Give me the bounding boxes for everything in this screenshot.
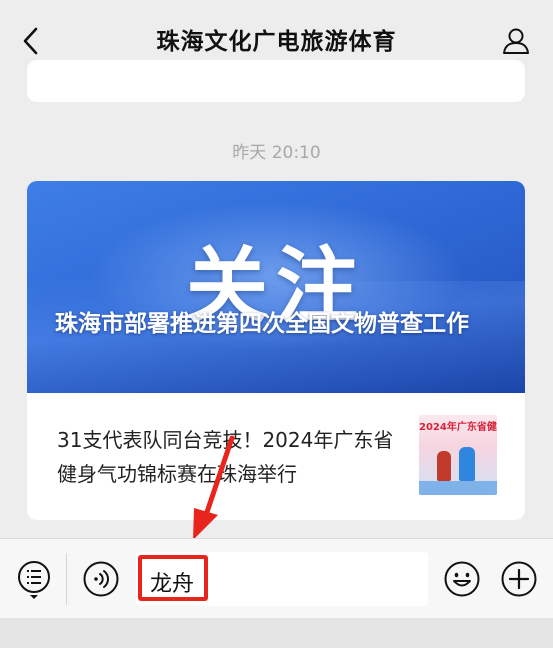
thumbnail-floor bbox=[419, 481, 497, 495]
news-message-card[interactable]: 关注 珠海市部署推进第四次全国文物普查工作 31支代表队同台竞技！2024年广东… bbox=[27, 181, 525, 520]
back-button[interactable] bbox=[14, 24, 48, 58]
voice-icon bbox=[83, 561, 119, 597]
thumbnail-figure bbox=[459, 447, 475, 481]
bar-divider bbox=[66, 553, 67, 605]
thumbnail-figure bbox=[437, 451, 451, 481]
profile-button[interactable] bbox=[499, 24, 533, 58]
message-timestamp: 昨天 20:10 bbox=[232, 143, 321, 163]
sub-article-thumbnail: 2024年广东省健身气 bbox=[419, 415, 497, 495]
sub-article-item[interactable]: 31支代表队同台竞技！2024年广东省健身气功锦标赛在珠海举行 2024年广东省… bbox=[27, 393, 525, 520]
message-input-bar: 龙舟 bbox=[0, 538, 553, 618]
previous-message-card[interactable] bbox=[27, 60, 525, 102]
emoji-button[interactable] bbox=[443, 560, 481, 598]
voice-button[interactable] bbox=[82, 560, 120, 598]
plus-button[interactable] bbox=[500, 560, 538, 598]
menu-button[interactable] bbox=[16, 559, 52, 599]
plus-circle-icon bbox=[501, 561, 537, 597]
person-icon bbox=[503, 28, 529, 54]
page-title: 珠海文化广电旅游体育 bbox=[156, 29, 397, 55]
sub-article-title: 31支代表队同台竞技！2024年广东省健身气功锦标赛在珠海举行 bbox=[57, 428, 394, 486]
bottom-safe-area bbox=[0, 618, 553, 648]
smiley-icon bbox=[444, 561, 480, 597]
cover-headline: 珠海市部署推进第四次全国文物普查工作 bbox=[55, 311, 469, 337]
chevron-left-icon bbox=[23, 27, 38, 55]
list-menu-icon bbox=[18, 561, 50, 599]
cover-article[interactable]: 关注 珠海市部署推进第四次全国文物普查工作 bbox=[27, 181, 525, 393]
thumbnail-banner-text: 2024年广东省健身气 bbox=[419, 422, 497, 433]
red-highlight-box bbox=[138, 555, 208, 601]
